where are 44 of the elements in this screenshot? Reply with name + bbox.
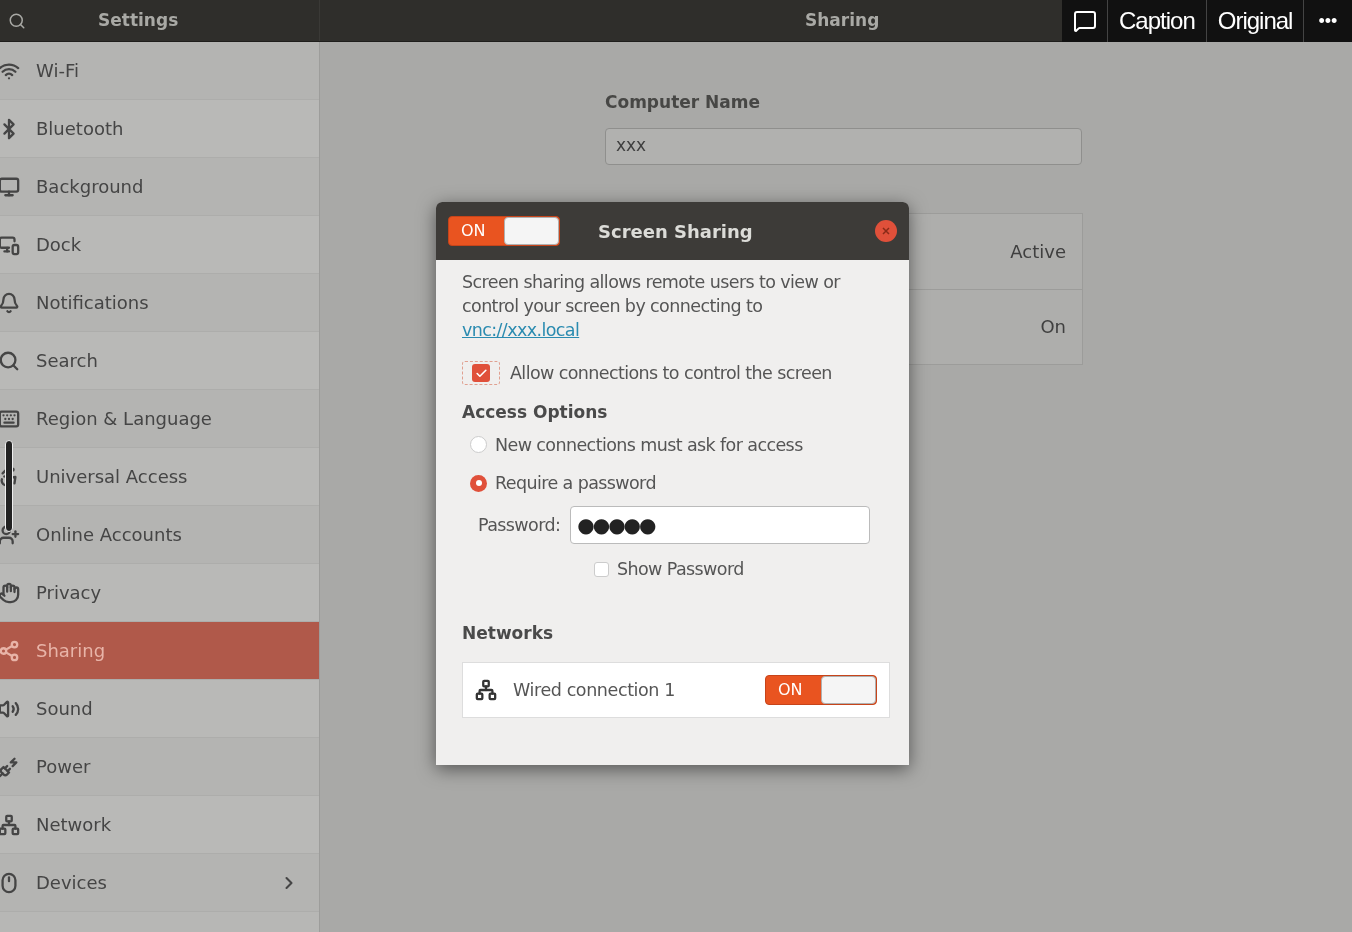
- radio-label: New connections must ask for access: [495, 433, 803, 457]
- dialog-title: Screen Sharing: [598, 219, 754, 244]
- screen-sharing-switch[interactable]: ON: [448, 216, 560, 246]
- more-button[interactable]: •••: [1304, 0, 1338, 42]
- close-icon: [882, 227, 890, 235]
- monitor-icon: [0, 175, 20, 198]
- search-icon: [0, 349, 20, 372]
- toolbar-button[interactable]: Caption: [1108, 0, 1207, 42]
- radio-button[interactable]: [470, 436, 487, 454]
- share-icon: [0, 639, 20, 662]
- checkbox-label: Show Password: [617, 558, 744, 582]
- bell-icon: [0, 291, 20, 314]
- service-status: Active: [1010, 239, 1066, 264]
- checkbox[interactable]: [462, 361, 500, 386]
- search-icon[interactable]: [8, 11, 26, 30]
- password-field[interactable]: ●●●●●: [570, 506, 871, 545]
- panel-title: Sharing: [805, 8, 880, 32]
- vnc-link[interactable]: vnc://xxx.local: [462, 320, 580, 340]
- network-switch[interactable]: ON: [765, 675, 877, 705]
- field-label: Computer Name: [605, 91, 762, 114]
- computer-name-field[interactable]: xxx: [605, 127, 1082, 165]
- speaker-icon: [0, 697, 20, 720]
- checkbox[interactable]: [594, 561, 609, 577]
- speech-bubble-icon: [1072, 9, 1097, 33]
- window-title: Settings: [98, 8, 179, 32]
- service-status: On: [1040, 315, 1066, 339]
- password-label: Password:: [478, 514, 561, 538]
- radio-button[interactable]: [470, 474, 487, 492]
- network-icon: [475, 679, 497, 701]
- radio-label: Require a password: [495, 472, 656, 495]
- section-heading: Networks: [462, 621, 555, 645]
- sidebar-item[interactable]: Sharing: [0, 622, 319, 680]
- close-button[interactable]: [875, 220, 897, 242]
- section-heading: Access Options: [462, 401, 609, 425]
- user-icon: [0, 523, 20, 546]
- hand-icon: [0, 581, 20, 604]
- checkbox-label: Allow connections to control the screen: [510, 362, 832, 385]
- network-icon: [0, 813, 20, 836]
- check-icon: [474, 366, 488, 380]
- description-text: Screen sharing allows remote users to view or control your screen by connecting to vnc://xxx.local: [462, 271, 842, 342]
- network-name: Wired connection 1: [513, 678, 676, 702]
- toolbar-button[interactable]: Original: [1206, 0, 1305, 42]
- mouse-icon: [0, 871, 20, 894]
- plug-icon: [0, 755, 20, 778]
